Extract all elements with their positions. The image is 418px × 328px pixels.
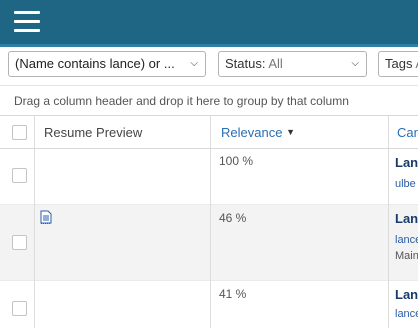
chevron-down-icon: ⌵ <box>190 58 198 69</box>
top-app-bar <box>0 0 418 44</box>
status-filter-value: All <box>268 56 283 71</box>
candidate-cell[interactable]: Lan lance Main <box>395 211 418 262</box>
column-divider <box>34 281 35 328</box>
column-divider <box>388 149 389 205</box>
row-select-checkbox[interactable] <box>12 301 27 316</box>
column-divider <box>388 116 389 149</box>
column-divider <box>34 205 35 281</box>
candidate-cell[interactable]: Lan ulbe <box>395 155 418 190</box>
column-divider <box>34 149 35 205</box>
status-filter-select[interactable]: Status: All ⌵ <box>218 51 367 77</box>
candidate-grid: Resume Preview Relevance ▼ Can 100 % Lan… <box>0 115 418 328</box>
column-divider <box>210 116 211 149</box>
column-divider <box>388 205 389 281</box>
group-by-hint: Drag a column header and drop it here to… <box>14 94 349 108</box>
candidate-name-link[interactable]: Lan <box>395 211 418 226</box>
name-filter-select[interactable]: (Name contains lance) or ... ⌵ <box>8 51 206 77</box>
column-header-label: Relevance <box>221 125 283 140</box>
candidate-location: Main <box>395 250 418 262</box>
candidate-name-link[interactable]: Lan <box>395 155 418 170</box>
relevance-value: 41 % <box>219 287 247 301</box>
grid-header: Resume Preview Relevance ▼ Can <box>0 116 418 149</box>
column-divider <box>210 149 211 205</box>
candidate-email-link[interactable]: lance <box>395 234 418 246</box>
table-row[interactable]: 41 % Lan lance <box>0 281 418 328</box>
candidate-email-link[interactable]: lance <box>395 308 418 320</box>
column-divider <box>210 205 211 281</box>
candidate-email-link[interactable]: ulbe <box>395 178 418 190</box>
row-select-checkbox[interactable] <box>12 168 27 183</box>
select-all-checkbox[interactable] <box>12 125 27 140</box>
column-header-resume-preview[interactable]: Resume Preview <box>44 116 142 149</box>
group-by-panel[interactable]: Drag a column header and drop it here to… <box>0 85 418 115</box>
column-divider <box>210 281 211 328</box>
tags-filter-label: Tags <box>385 56 413 71</box>
hamburger-menu-icon[interactable] <box>9 8 41 34</box>
row-select-checkbox[interactable] <box>12 235 27 250</box>
name-filter-value: (Name contains lance) or ... <box>15 56 175 71</box>
chevron-down-icon: ⌵ <box>351 58 359 69</box>
tags-filter-select[interactable]: Tags A <box>378 51 418 77</box>
filter-bar: (Name contains lance) or ... ⌵ Status: A… <box>0 47 418 85</box>
sort-descending-icon: ▼ <box>286 127 295 137</box>
column-divider <box>388 281 389 328</box>
column-header-relevance[interactable]: Relevance ▼ <box>221 116 295 149</box>
table-row[interactable]: 46 % Lan lance Main <box>0 205 418 281</box>
resume-document-icon[interactable] <box>40 210 52 224</box>
candidate-cell[interactable]: Lan lance <box>395 287 418 320</box>
column-header-label: Can <box>397 125 418 140</box>
relevance-value: 46 % <box>219 211 247 225</box>
column-divider <box>34 116 35 149</box>
relevance-value: 100 % <box>219 154 254 168</box>
column-header-candidate[interactable]: Can <box>397 116 418 149</box>
status-filter-label: Status: <box>225 56 266 71</box>
candidate-name-link[interactable]: Lan <box>395 287 418 302</box>
table-row[interactable]: 100 % Lan ulbe <box>0 149 418 205</box>
column-header-label: Resume Preview <box>44 125 143 140</box>
